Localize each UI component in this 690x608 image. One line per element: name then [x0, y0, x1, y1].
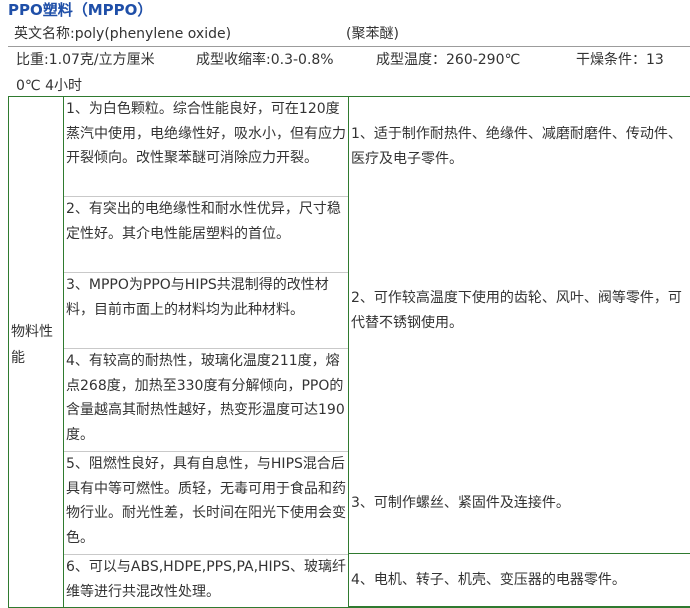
- property-item: 5、阻燃性良好，具有自息性，与HIPS混合后具有中等可燃性。质轻，无毒可用于食品…: [64, 452, 348, 555]
- application-column: 1、适于制作耐热件、绝缘件、减磨耐磨件、传动件、医疗及电子零件。 2、可作较高温…: [349, 97, 690, 607]
- chinese-name: (聚苯醚): [346, 26, 399, 42]
- name-row: 英文名称:poly(phenylene oxide) (聚苯醚): [8, 22, 690, 47]
- property-column: 1、为白色颗粒。综合性能良好，可在120度蒸汽中使用，电绝缘性好，吸水小，但有应…: [64, 97, 349, 607]
- property-item: 2、有突出的电绝缘性和耐水性优异，尺寸稳定性好。其介电性能居塑料的首位。: [64, 197, 348, 273]
- english-name: 英文名称:poly(phenylene oxide): [14, 26, 232, 42]
- density-value: 比重:1.07克/立方厘米: [16, 52, 155, 68]
- shrinkage-value: 成型收缩率:0.3-0.8%: [196, 52, 334, 68]
- property-item: 4、有较高的耐热性，玻璃化温度211度，熔点268度，加热至330度有分解倾向，…: [64, 349, 348, 452]
- application-item: 2、可作较高温度下使用的齿轮、风叶、阀等零件，可代替不锈钢使用。: [351, 290, 682, 331]
- molding-temp-value: 成型温度：260-290℃: [376, 52, 521, 68]
- property-item: 3、MPPO为PPO与HIPS共混制得的改性材料，目前市面上的材料均为此种材料。: [64, 273, 348, 349]
- property-item: 6、可以与ABS,HDPE,PPS,PA,HIPS、玻璃纤维等进行共混改性处理。: [66, 559, 347, 600]
- page-title: PPO塑料（MPPO）: [8, 1, 153, 19]
- properties-line-1: 比重:1.07克/立方厘米 成型收缩率:0.3-0.8% 成型温度：260-290℃…: [16, 48, 664, 72]
- drying-condition: 干燥条件：13: [576, 52, 664, 68]
- application-item: 1、适于制作耐热件、绝缘件、减磨耐磨件、传动件、医疗及电子零件。: [351, 126, 682, 167]
- section-label: 物料性能: [11, 324, 53, 366]
- application-item: 4、电机、转子、机壳、变压器的电器零件。: [349, 553, 690, 607]
- section-label-cell: 物料性能: [9, 97, 64, 607]
- material-table: 物料性能 1、为白色颗粒。综合性能良好，可在120度蒸汽中使用，电绝缘性好，吸水…: [8, 97, 690, 608]
- drying-condition-cont: 0℃ 4小时: [16, 78, 82, 94]
- application-item: 3、可制作螺丝、紧固件及连接件。: [351, 495, 570, 511]
- property-item: 1、为白色颗粒。综合性能良好，可在120度蒸汽中使用，电绝缘性好，吸水小，但有应…: [64, 97, 348, 197]
- properties-line-2: 0℃ 4小时: [16, 74, 82, 98]
- properties-row: 比重:1.07克/立方厘米 成型收缩率:0.3-0.8% 成型温度：260-290℃…: [8, 48, 690, 97]
